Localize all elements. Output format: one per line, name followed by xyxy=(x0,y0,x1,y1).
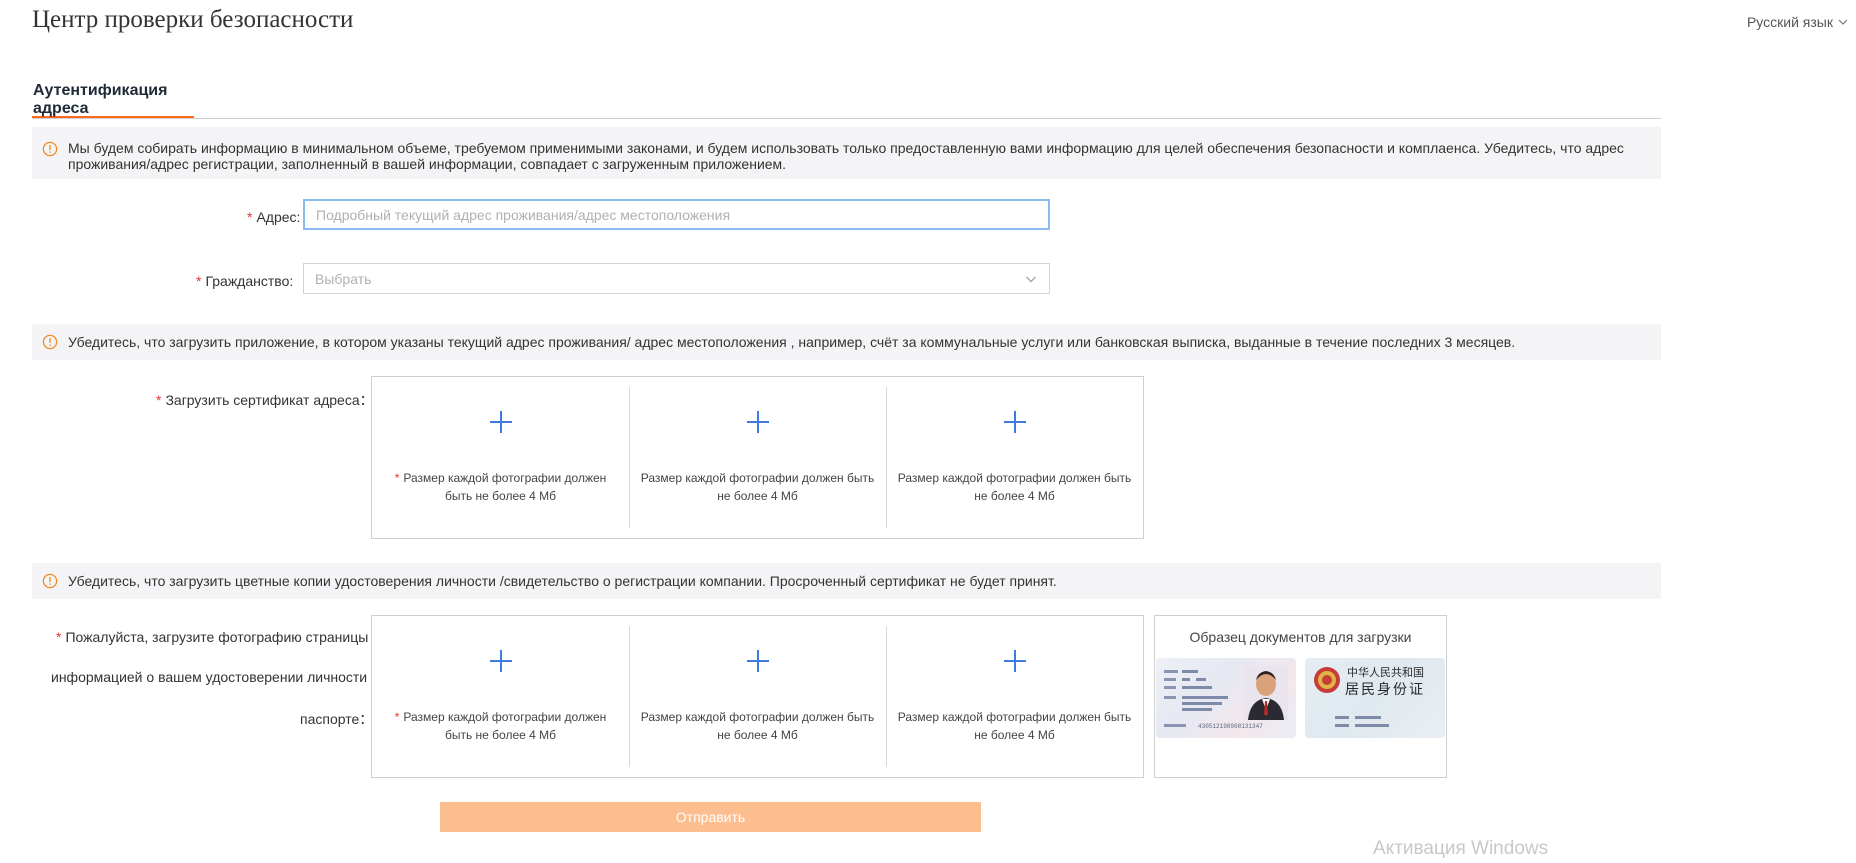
address-certificate-upload-group: * Размер каждой фотографии должен быть не… xyxy=(371,376,1144,539)
warning-circle-icon xyxy=(42,141,58,157)
identity-photo-label-text: Пожалуйста, загрузите фотографию страниц… xyxy=(65,629,380,645)
id-back-heading-2: 居民身份证 xyxy=(1345,682,1425,698)
plus-icon[interactable] xyxy=(746,650,769,672)
identity-photo-label-line3: паспорте： xyxy=(300,711,374,727)
upload-hint: Размер каждой фотографии должен быть не … xyxy=(640,471,875,503)
page-title: Центр проверки безопасности xyxy=(32,6,354,33)
notice-text: Мы будем собирать информацию в минимальн… xyxy=(68,140,1624,172)
upload-hint-text: Размер каждой фотографии должен быть не … xyxy=(403,710,607,742)
required-mark: * xyxy=(394,710,400,724)
citizenship-label: * Гражданство: xyxy=(196,273,293,289)
address-placeholder: Подробный текущий адрес проживания/адрес… xyxy=(316,206,731,223)
warning-circle-icon xyxy=(42,334,58,350)
info-notice-identity: Убедитесь, что загрузить цветные копии у… xyxy=(32,563,1661,599)
notice-text: Убедитесь, что загрузить цветные копии у… xyxy=(68,573,1057,589)
upload-hint: Размер каждой фотографии должен быть не … xyxy=(897,710,1132,742)
plus-icon[interactable] xyxy=(489,650,512,672)
sample-documents: Образец документов для загрузки 43051219… xyxy=(1154,615,1447,778)
upload-hint: Размер каждой фотографии должен быть не … xyxy=(640,710,875,742)
address-input[interactable]: Подробный текущий адрес проживания/адрес… xyxy=(303,199,1050,230)
upload-slot[interactable]: Размер каждой фотографии должен быть не … xyxy=(886,616,1143,777)
tab-label: Аутентификация адреса xyxy=(33,82,168,117)
language-label: Русский язык xyxy=(1746,14,1833,30)
plus-icon[interactable] xyxy=(746,411,769,433)
sample-title: Образец документов для загрузки xyxy=(1189,629,1412,645)
chevron-down-icon xyxy=(1838,19,1848,25)
info-notice-intro: Мы будем собирать информацию в минимальн… xyxy=(32,127,1661,179)
upload-slot[interactable]: * Размер каждой фотографии должен быть не… xyxy=(372,377,629,538)
identity-photo-upload-group: * Размер каждой фотографии должен быть не… xyxy=(371,615,1144,778)
plus-icon[interactable] xyxy=(1003,650,1026,672)
required-mark: * xyxy=(196,273,202,289)
required-mark: * xyxy=(394,471,400,485)
required-mark: * xyxy=(156,392,162,408)
address-certificate-label-text: Загрузить сертификат адреса： xyxy=(165,392,374,408)
upload-hint: * Размер каждой фотографии должен быть не… xyxy=(382,469,619,505)
identity-photo-label-line2: информацией о вашем удостоверении личнос… xyxy=(51,669,375,685)
upload-slot[interactable]: Размер каждой фотографии должен быть не … xyxy=(886,377,1143,538)
submit-button[interactable]: Отправить xyxy=(440,802,981,832)
upload-slot[interactable]: * Размер каждой фотографии должен быть не… xyxy=(372,616,629,777)
windows-activation-watermark: Активация Windows xyxy=(1373,838,1549,859)
sample-id-card-front: 430512198908131347 xyxy=(1156,658,1296,738)
upload-slot[interactable]: Размер каждой фотографии должен быть не … xyxy=(629,616,886,777)
address-certificate-label: * Загрузить сертификат адреса： xyxy=(156,390,374,410)
citizenship-placeholder: Выбрать xyxy=(315,270,372,287)
chevron-down-icon xyxy=(1026,276,1036,283)
warning-circle-icon xyxy=(42,573,58,589)
upload-hint-text: Размер каждой фотографии должен быть не … xyxy=(403,471,607,503)
citizenship-select[interactable]: Выбрать xyxy=(303,263,1050,294)
tab-bar: Аутентификация адреса xyxy=(32,68,1661,119)
sample-id-card-back: 中华人民共和国 居民身份证 xyxy=(1305,658,1445,738)
id-back-heading-1: 中华人民共和国 xyxy=(1347,665,1424,679)
upload-hint: * Размер каждой фотографии должен быть не… xyxy=(382,708,619,744)
address-label: * Адрес: xyxy=(247,209,300,225)
required-mark: * xyxy=(247,209,253,225)
notice-text: Убедитесь, что загрузить приложение, в к… xyxy=(68,334,1516,350)
id-number: 430512198908131347 xyxy=(1198,723,1263,730)
address-label-text: Адрес: xyxy=(256,209,301,225)
id-card-front-image: 430512198908131347 xyxy=(1164,666,1288,730)
identity-photo-label-line1: * Пожалуйста, загрузите фотографию страни… xyxy=(56,629,379,645)
tab-address-authentication[interactable]: Аутентификация адреса xyxy=(32,80,194,118)
plus-icon[interactable] xyxy=(489,411,512,433)
language-selector[interactable]: Русский язык xyxy=(1747,14,1848,30)
upload-slot[interactable]: Размер каждой фотографии должен быть не … xyxy=(629,377,886,538)
required-mark: * xyxy=(56,629,62,645)
upload-hint: Размер каждой фотографии должен быть не … xyxy=(897,471,1132,503)
info-notice-address-proof: Убедитесь, что загрузить приложение, в к… xyxy=(32,324,1661,360)
plus-icon[interactable] xyxy=(1003,411,1026,433)
id-card-back-image: 中华人民共和国 居民身份证 xyxy=(1314,665,1425,727)
citizenship-label-text: Гражданство: xyxy=(205,273,294,289)
